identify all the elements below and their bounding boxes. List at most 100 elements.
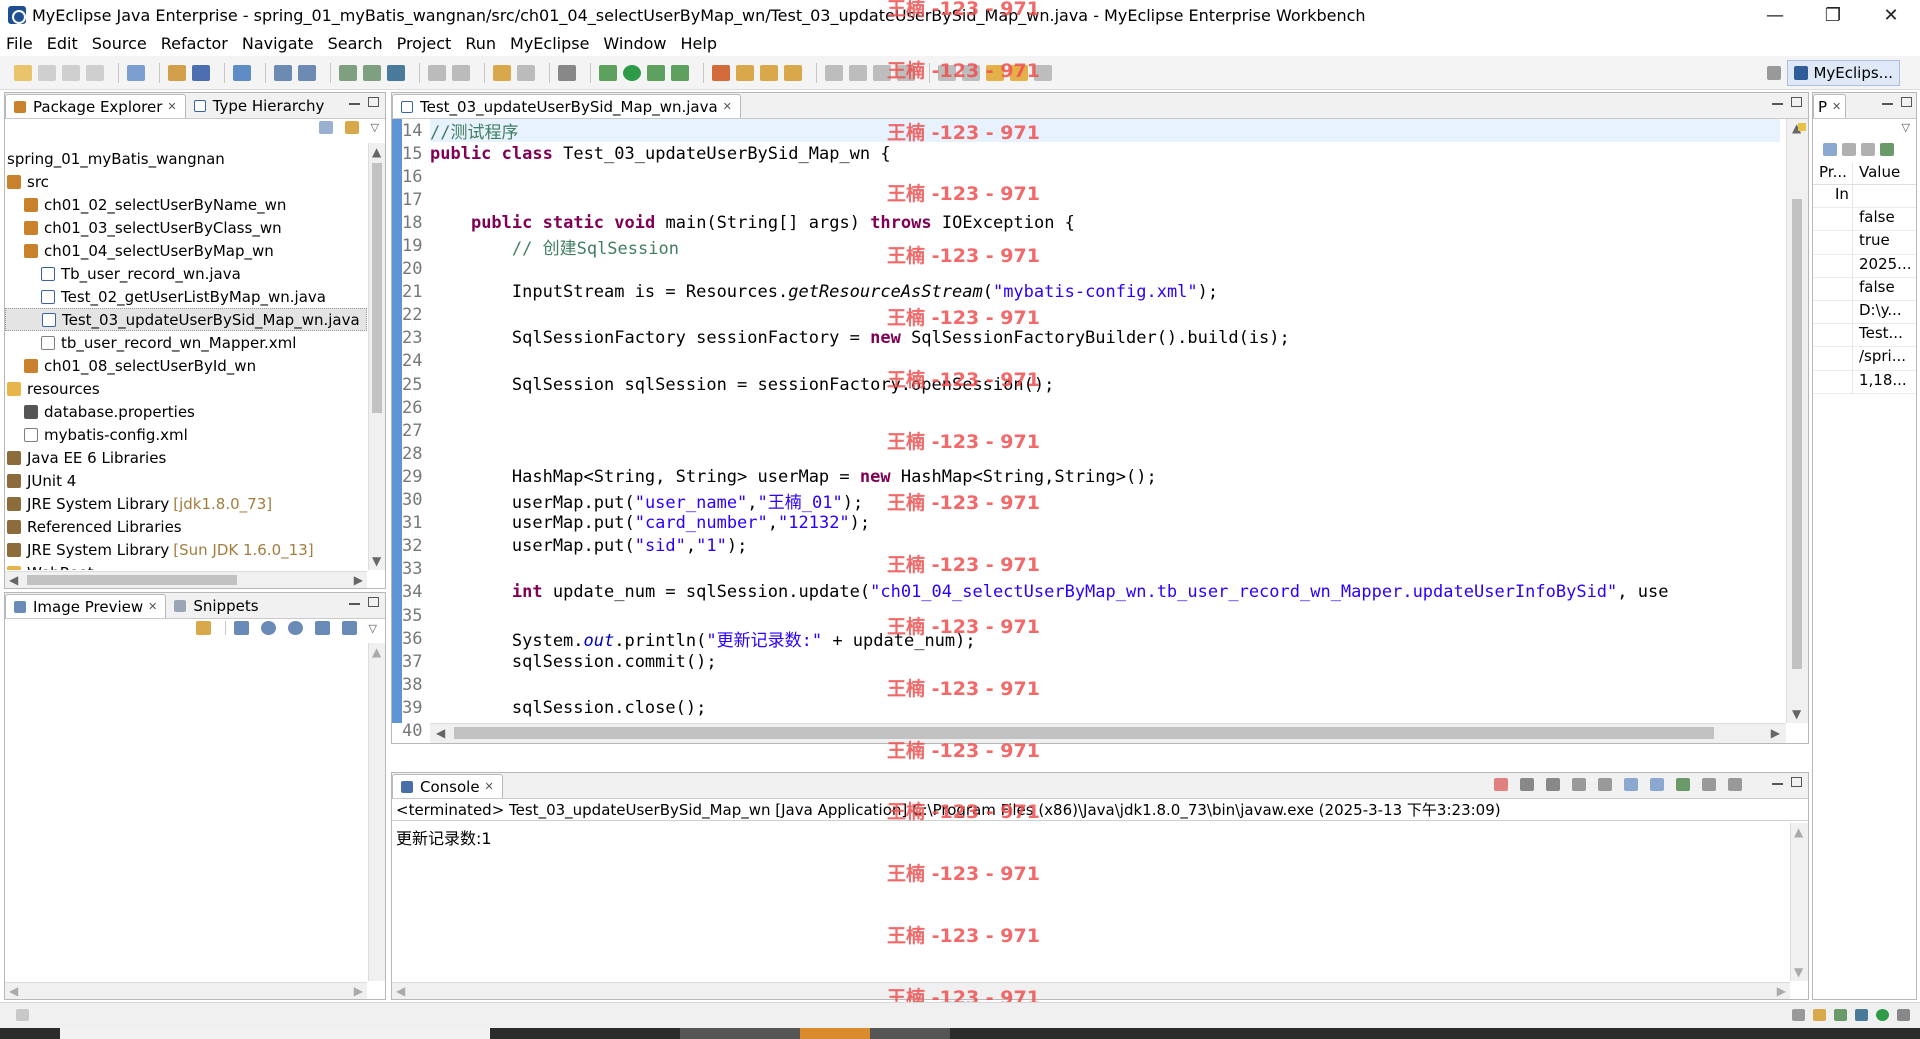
menu-navigate[interactable]: Navigate [242, 34, 314, 53]
code-line[interactable]: 28 [402, 442, 1780, 465]
task-icon[interactable] [493, 64, 511, 81]
open-perspective-icon[interactable] [1767, 66, 1782, 80]
menu-search[interactable]: Search [328, 34, 383, 53]
heap-icon[interactable] [1792, 1009, 1805, 1021]
scroll-up-icon[interactable]: ▲ [372, 145, 381, 159]
property-row[interactable]: Test... [1813, 324, 1916, 348]
tree-item[interactable]: JRE System Library [jdk1.8.0_73] [5, 492, 367, 515]
open-perspective-icon[interactable] [784, 64, 802, 81]
nav-back-icon[interactable] [1010, 64, 1028, 81]
link-editor-icon[interactable] [344, 121, 359, 134]
categories-icon[interactable] [1823, 143, 1837, 156]
terminate-icon[interactable] [1494, 778, 1508, 791]
open-resource-icon[interactable] [363, 64, 381, 81]
maximize-view-button[interactable] [1791, 777, 1802, 787]
toggle-icon[interactable] [873, 64, 891, 81]
preview-vertical-scrollbar[interactable]: ▲ [368, 643, 385, 981]
debug-icon[interactable] [599, 64, 617, 81]
maximize-view-button[interactable] [1901, 97, 1912, 107]
scroll-right-icon[interactable]: ▶ [1771, 726, 1780, 740]
back-icon[interactable] [428, 64, 446, 81]
code-line[interactable]: 26 [402, 396, 1780, 419]
new-package-icon[interactable] [736, 64, 754, 81]
scroll-down-icon[interactable]: ▼ [372, 554, 381, 568]
scroll-left-icon[interactable]: ◀ [396, 984, 405, 998]
scroll-down-icon[interactable]: ▼ [1792, 707, 1801, 721]
code-area[interactable]: 14 //测试程序 15 public class Test_03_updateUse… [402, 119, 1780, 741]
menu-help[interactable]: Help [681, 34, 717, 53]
advanced-icon[interactable] [1861, 143, 1875, 156]
tree-item[interactable]: Referenced Libraries [5, 515, 367, 538]
wizard-icon[interactable] [274, 64, 292, 81]
tree-item[interactable]: database.properties [5, 400, 367, 423]
history-icon[interactable] [452, 64, 470, 81]
properties-group-row[interactable]: In [1813, 185, 1916, 209]
taskbar-app[interactable] [870, 1028, 950, 1039]
remove-all-icon[interactable] [1546, 778, 1560, 791]
scroll-down-icon[interactable]: ▼ [1794, 965, 1803, 979]
code-line[interactable]: 32 userMap.put("sid","1"); [402, 535, 1780, 558]
scroll-left-icon[interactable]: ◀ [9, 984, 18, 998]
close-icon[interactable]: ✕ [167, 100, 176, 113]
tree-item[interactable]: ch01_04_selectUserByMap_wn [5, 239, 367, 262]
package-icon[interactable] [168, 64, 186, 81]
tree-item[interactable]: tb_user_record_wn_Mapper.xml [5, 331, 367, 354]
code-line[interactable]: 21 InputStream is = Resources.getResourc… [402, 281, 1780, 304]
open-console-icon[interactable] [1728, 778, 1742, 791]
restore-button[interactable]: ❐ [1804, 0, 1862, 30]
zoom-out-icon[interactable] [260, 621, 276, 635]
code-line[interactable]: 15 public class Test_03_updateUserBySid_M… [402, 142, 1780, 165]
column-property[interactable]: Pr... [1813, 163, 1853, 184]
tab-package-explorer[interactable]: Package Explorer ✕ [5, 94, 186, 118]
code-line[interactable]: 25 SqlSession sqlSession = sessionFactor… [402, 373, 1780, 396]
show-stderr-icon[interactable] [1650, 778, 1664, 791]
minimize-view-button[interactable] [1772, 102, 1783, 105]
menu-refactor[interactable]: Refactor [161, 34, 228, 53]
clear-console-icon[interactable] [1572, 778, 1586, 791]
scroll-up-icon[interactable]: ▲ [372, 645, 381, 659]
code-line[interactable]: 31 userMap.put("card_number","12132"); [402, 512, 1780, 535]
save-icon[interactable] [38, 64, 56, 81]
pen-icon[interactable] [849, 64, 867, 81]
code-line[interactable]: 23 SqlSessionFactory sessionFactory = ne… [402, 327, 1780, 350]
scroll-right-icon[interactable]: ▶ [354, 573, 363, 587]
screenshot-icon[interactable] [558, 64, 576, 81]
code-line[interactable]: 27 [402, 419, 1780, 442]
menu-myeclipse[interactable]: MyEclipse [510, 34, 589, 53]
property-row[interactable]: false [1813, 277, 1916, 301]
menu-file[interactable]: File [6, 34, 33, 53]
column-value[interactable]: Value [1853, 163, 1900, 184]
server-icon[interactable] [233, 64, 251, 81]
code-line[interactable]: 14 //测试程序 [402, 119, 1780, 143]
scroll-left-icon[interactable]: ◀ [436, 726, 445, 740]
menu-project[interactable]: Project [397, 34, 452, 53]
code-line[interactable]: 36 System.out.println("更新记录数:" + update_… [402, 627, 1780, 652]
search-icon[interactable] [760, 64, 778, 81]
menu-source[interactable]: Source [92, 34, 147, 53]
editor-horizontal-scrollbar[interactable]: ◀ ▶ [430, 723, 1786, 743]
minimize-view-button[interactable] [1772, 782, 1783, 785]
new-icon[interactable] [14, 64, 32, 81]
scroll-right-icon[interactable]: ▶ [354, 984, 363, 998]
task-icon[interactable] [1813, 1009, 1826, 1021]
editor-vertical-scrollbar[interactable]: ▲ ▼ [1786, 119, 1808, 723]
scroll-lock-icon[interactable] [1598, 778, 1612, 791]
show-whitespace-icon[interactable] [897, 64, 915, 81]
pin-console-icon[interactable] [1676, 778, 1690, 791]
console-vertical-scrollbar[interactable]: ▲ ▼ [1790, 823, 1808, 981]
tree-item[interactable]: mybatis-config.xml [5, 423, 367, 446]
close-icon[interactable]: ✕ [148, 600, 157, 613]
nav-forward-icon[interactable] [1034, 64, 1052, 81]
console-output[interactable]: 更新记录数:1 [392, 821, 1808, 853]
view-menu-chevron-down-icon[interactable]: ▽ [371, 121, 379, 134]
web-icon[interactable] [387, 64, 405, 81]
coverage-icon[interactable] [647, 64, 665, 81]
code-line[interactable]: 18 public static void main(String[] args… [402, 211, 1780, 234]
scroll-left-icon[interactable]: ◀ [9, 573, 18, 587]
tree-item[interactable]: src [5, 170, 367, 193]
tab-properties[interactable]: P ✕ [1813, 94, 1847, 118]
display-console-icon[interactable] [1702, 778, 1716, 791]
tree-item[interactable]: ch01_02_selectUserByName_wn [5, 193, 367, 216]
fast-view-icon[interactable] [16, 1009, 29, 1021]
tree-item[interactable]: WebRoot [5, 561, 367, 570]
